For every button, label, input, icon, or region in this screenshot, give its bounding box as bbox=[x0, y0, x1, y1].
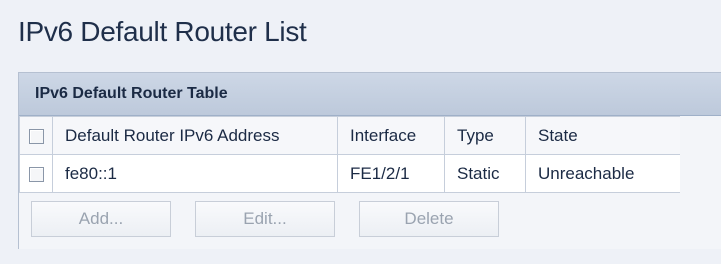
row-checkbox[interactable] bbox=[28, 166, 44, 182]
row-select-cell bbox=[19, 154, 53, 193]
edit-button[interactable]: Edit... bbox=[195, 201, 335, 237]
table-row[interactable]: fe80::1 FE1/2/1 Static Unreachable bbox=[19, 154, 680, 193]
cell-type: Static bbox=[444, 154, 526, 193]
select-all-cell bbox=[19, 116, 53, 155]
button-row: Add... Edit... Delete bbox=[31, 201, 499, 237]
table-title: IPv6 Default Router Table bbox=[19, 73, 721, 116]
select-all-checkbox[interactable] bbox=[28, 128, 44, 144]
table-header-row: Default Router IPv6 Address Interface Ty… bbox=[19, 116, 680, 155]
cell-address: fe80::1 bbox=[52, 154, 338, 193]
column-header-type[interactable]: Type bbox=[444, 116, 526, 155]
router-table-panel: IPv6 Default Router Table Default Router… bbox=[18, 72, 721, 249]
cell-state: Unreachable bbox=[525, 154, 680, 193]
cell-interface: FE1/2/1 bbox=[337, 154, 445, 193]
page-title: IPv6 Default Router List bbox=[18, 16, 307, 47]
column-header-interface[interactable]: Interface bbox=[337, 116, 445, 155]
router-table: Default Router IPv6 Address Interface Ty… bbox=[19, 116, 680, 193]
column-header-state[interactable]: State bbox=[525, 116, 680, 155]
add-button[interactable]: Add... bbox=[31, 201, 171, 237]
delete-button[interactable]: Delete bbox=[359, 201, 499, 237]
column-header-address[interactable]: Default Router IPv6 Address bbox=[52, 116, 338, 155]
